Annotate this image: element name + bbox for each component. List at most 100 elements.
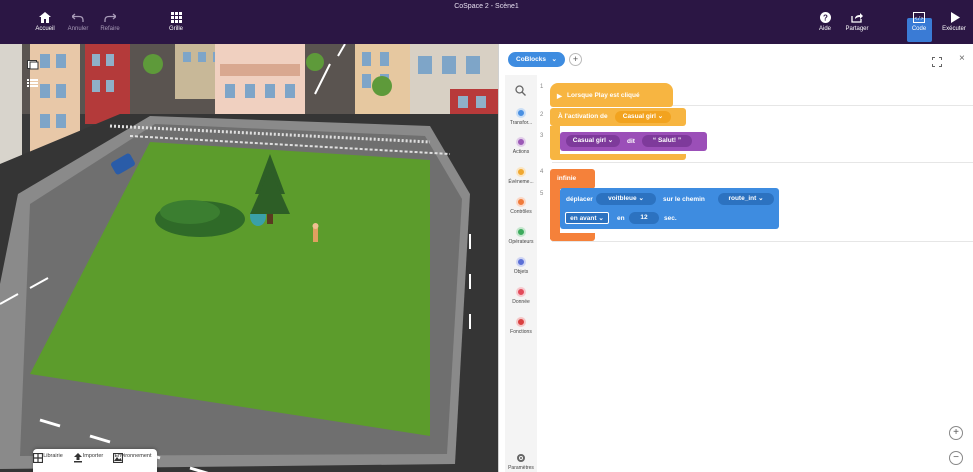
scene-viewport[interactable]: Librairie Importer Environnement — [0, 44, 498, 472]
environment-button[interactable]: Environnement — [113, 453, 153, 463]
transform-icon — [516, 108, 526, 118]
window-title: CoSpace 2 - Scène1 — [454, 3, 519, 10]
share-icon — [851, 13, 863, 23]
share-button[interactable]: Partager — [840, 12, 874, 32]
when-play-label: Lorsque Play est cliqué — [567, 92, 640, 99]
search-icon[interactable] — [515, 85, 526, 96]
category-label: Paramètres — [508, 465, 534, 471]
maximize-icon[interactable] — [932, 54, 942, 72]
list-icon[interactable] — [27, 78, 39, 88]
help-button[interactable]: ? Aide — [808, 12, 842, 32]
grid-button[interactable]: Grille — [159, 12, 193, 32]
category-settings[interactable]: Paramètres — [505, 453, 537, 471]
run-button[interactable]: Exécuter — [937, 12, 971, 32]
gear-icon — [517, 454, 525, 462]
on-activation-label: À l'activation de — [558, 113, 608, 120]
code-button[interactable]: </> Code — [902, 12, 936, 32]
scene-render — [0, 44, 498, 472]
add-tab-button[interactable]: + — [569, 53, 582, 66]
category-actions[interactable]: Actions — [505, 137, 537, 155]
chevron-down-icon: ⌄ — [551, 56, 557, 63]
view-mode-icon[interactable] — [27, 60, 39, 70]
move-in-label: en — [617, 215, 625, 222]
share-label: Partager — [845, 26, 869, 32]
line-divider — [552, 241, 973, 242]
objects-icon — [516, 257, 526, 267]
move-along-path-block[interactable]: déplacer voitbleue ⌄ sur le chemin route… — [560, 188, 779, 229]
category-controls[interactable]: Contrôles — [505, 197, 537, 215]
help-label: Aide — [818, 26, 831, 32]
category-label: Objets — [513, 269, 529, 275]
category-transform[interactable]: Transfor... — [505, 108, 537, 126]
category-label: Transfor... — [509, 120, 533, 126]
category-label: Donnée — [512, 299, 530, 305]
on-activation-block-arm — [550, 126, 560, 154]
blocks-workspace[interactable]: 1 2 3 4 5 ▶ Lorsque Play est cliqué À l'… — [537, 75, 973, 472]
category-label: Fonctions — [510, 329, 532, 335]
forever-loop-block[interactable]: infinie — [550, 169, 595, 189]
library-icon — [33, 453, 43, 463]
undo-button[interactable]: Annuler — [61, 12, 95, 32]
move-unit-label: sec. — [664, 215, 677, 222]
home-icon — [39, 12, 51, 23]
operators-icon — [516, 227, 526, 237]
forever-loop-foot — [550, 233, 595, 241]
say-text-value: Salut! — [657, 137, 677, 144]
category-functions[interactable]: Fonctions — [505, 317, 537, 335]
category-objects[interactable]: Objets — [505, 257, 537, 275]
move-direction-dropdown[interactable]: en avant ⌄ — [565, 212, 609, 224]
zoom-out-button[interactable]: − — [949, 451, 963, 465]
redo-label: Refaire — [100, 26, 120, 32]
category-label: Actions — [512, 149, 530, 155]
object-toolbar: Librairie Importer Environnement — [33, 449, 157, 472]
undo-icon — [72, 13, 84, 22]
home-label: Accueil — [35, 26, 55, 32]
image-icon — [113, 453, 123, 463]
category-data[interactable]: Donnée — [505, 287, 537, 305]
zoom-in-button[interactable]: + — [949, 426, 963, 440]
data-icon — [516, 287, 526, 297]
category-operators[interactable]: Opérateurs — [505, 227, 537, 245]
move-object-value: voitbleue — [608, 195, 637, 202]
say-subject-value: Casual girl — [572, 137, 606, 144]
when-play-clicked-block[interactable]: ▶ Lorsque Play est cliqué — [550, 83, 673, 107]
line-number: 2 — [540, 112, 544, 118]
code-label: Code — [911, 26, 927, 32]
play-triangle-icon: ▶ — [557, 93, 562, 100]
category-events[interactable]: Événeme... — [505, 167, 537, 185]
coblocks-tab[interactable]: CoBlocks ⌄ — [508, 52, 565, 67]
category-label: Opérateurs — [508, 239, 534, 245]
move-path-value: route_int — [728, 195, 757, 202]
redo-icon — [104, 13, 116, 22]
code-icon: </> — [913, 12, 925, 23]
library-button[interactable]: Librairie — [33, 453, 73, 463]
category-label: Événeme... — [508, 179, 534, 185]
move-path-dropdown[interactable]: route_int ⌄ — [718, 193, 774, 205]
import-label: Importer — [82, 453, 104, 459]
functions-icon — [516, 317, 526, 327]
line-divider — [552, 162, 973, 163]
top-bar: CoSpace 2 - Scène1 Accueil Annuler Refai… — [0, 0, 973, 44]
activation-target-value: Casual girl — [622, 113, 656, 120]
close-panel-button[interactable]: × — [959, 53, 965, 64]
grid-icon — [170, 12, 182, 23]
say-text-input[interactable]: “ Salut! ” — [642, 135, 692, 147]
say-subject-dropdown[interactable]: Casual girl ⌄ — [566, 135, 620, 147]
undo-label: Annuler — [67, 26, 89, 32]
move-object-dropdown[interactable]: voitbleue ⌄ — [596, 193, 656, 205]
upload-icon — [74, 453, 82, 463]
home-button[interactable]: Accueil — [28, 12, 62, 32]
library-label: Librairie — [43, 453, 63, 459]
help-icon: ? — [819, 12, 831, 23]
activation-target-dropdown[interactable]: Casual girl ⌄ — [615, 111, 671, 123]
import-button[interactable]: Importer — [73, 453, 113, 463]
line-number: 1 — [540, 84, 544, 90]
forever-label: infinie — [557, 175, 577, 182]
move-direction-value: en avant — [570, 215, 597, 222]
say-block[interactable]: Casual girl ⌄ dit “ Salut! ” — [560, 132, 707, 151]
block-categories: Transfor... Actions Événeme... Contrôles… — [505, 75, 537, 472]
say-verb-label: dit — [627, 138, 635, 145]
move-seconds-input[interactable]: 12 — [629, 212, 659, 224]
on-activation-block[interactable]: À l'activation de Casual girl ⌄ — [550, 108, 686, 126]
redo-button[interactable]: Refaire — [93, 12, 127, 32]
